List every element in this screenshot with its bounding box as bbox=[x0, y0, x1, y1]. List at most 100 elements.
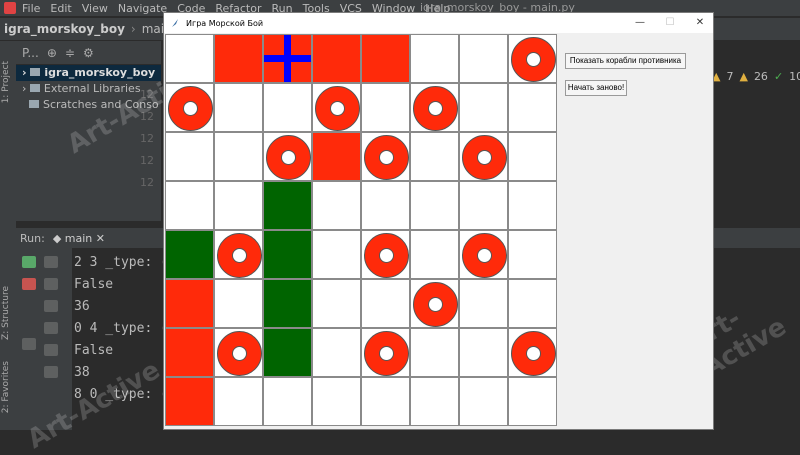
board-cell-empty[interactable] bbox=[214, 279, 263, 328]
board-cell-empty[interactable] bbox=[508, 377, 557, 426]
structure-tool-tab[interactable]: Z: Structure bbox=[1, 286, 11, 340]
close-button[interactable]: ✕ bbox=[685, 13, 715, 33]
run-tab-main[interactable]: ◆ main ✕ bbox=[53, 232, 105, 245]
board-cell-empty[interactable] bbox=[165, 181, 214, 230]
board-cell-empty[interactable] bbox=[508, 181, 557, 230]
board-cell-empty[interactable] bbox=[459, 377, 508, 426]
menu-navigate[interactable]: Navigate bbox=[118, 2, 167, 15]
board-cell-empty[interactable] bbox=[508, 83, 557, 132]
board-cell-miss[interactable] bbox=[312, 83, 361, 132]
board-cell-miss[interactable] bbox=[361, 132, 410, 181]
board-cell-miss[interactable] bbox=[508, 328, 557, 377]
board-cell-empty[interactable] bbox=[410, 377, 459, 426]
wrap-icon[interactable] bbox=[44, 300, 58, 312]
favorites-tool-tab[interactable]: 2: Favorites bbox=[1, 361, 11, 413]
locate-icon[interactable]: ⊕ bbox=[47, 46, 57, 60]
board-cell-empty[interactable] bbox=[508, 230, 557, 279]
maximize-button[interactable]: ☐ bbox=[655, 13, 685, 33]
board-cell-empty[interactable] bbox=[459, 83, 508, 132]
board-cell-empty[interactable] bbox=[361, 279, 410, 328]
board-cell-empty[interactable] bbox=[214, 132, 263, 181]
library-icon bbox=[29, 84, 40, 92]
board-cell-empty[interactable] bbox=[508, 132, 557, 181]
show-enemy-ships-button[interactable]: Показать корабли противника bbox=[565, 53, 686, 69]
minimize-button[interactable]: — bbox=[625, 13, 655, 33]
inspection-widget[interactable]: ▲ 7 ▲ 26 ✓ 10 bbox=[712, 66, 800, 86]
board-cell-empty[interactable] bbox=[459, 34, 508, 83]
board-cell-empty[interactable] bbox=[410, 230, 459, 279]
restart-button[interactable]: Начать заново! bbox=[565, 80, 627, 96]
board-cell-empty[interactable] bbox=[459, 181, 508, 230]
down-arrow-icon[interactable] bbox=[44, 278, 58, 290]
project-tool-tab[interactable]: 1: Project bbox=[1, 61, 11, 103]
board-cell-ship[interactable] bbox=[263, 328, 312, 377]
stop-icon[interactable] bbox=[22, 278, 36, 290]
board-cell-empty[interactable] bbox=[410, 328, 459, 377]
board-cell-empty[interactable] bbox=[410, 181, 459, 230]
breadcrumb-project[interactable]: igra_morskoy_boy bbox=[4, 22, 125, 36]
board-cell-ship[interactable] bbox=[263, 181, 312, 230]
board-cell-miss[interactable] bbox=[459, 132, 508, 181]
menu-view[interactable]: View bbox=[82, 2, 108, 15]
board-cell-miss[interactable] bbox=[165, 83, 214, 132]
collapse-icon[interactable]: ≑ bbox=[65, 46, 75, 60]
miss-marker-icon bbox=[168, 86, 213, 131]
board-cell-empty[interactable] bbox=[410, 34, 459, 83]
board-cell-empty[interactable] bbox=[459, 328, 508, 377]
board-cell-ship[interactable] bbox=[165, 230, 214, 279]
board-cell-empty[interactable] bbox=[459, 279, 508, 328]
board-cell-miss[interactable] bbox=[214, 230, 263, 279]
board-cell-empty[interactable] bbox=[165, 34, 214, 83]
board-cell-empty[interactable] bbox=[263, 83, 312, 132]
board-cell-empty[interactable] bbox=[214, 377, 263, 426]
board-cell-empty[interactable] bbox=[361, 83, 410, 132]
trash-icon[interactable] bbox=[44, 366, 58, 378]
up-arrow-icon[interactable] bbox=[44, 256, 58, 268]
board-cell-miss[interactable] bbox=[459, 230, 508, 279]
board-cell-miss[interactable] bbox=[508, 34, 557, 83]
board-cell-hit[interactable] bbox=[361, 34, 410, 83]
board-cell-hit[interactable] bbox=[165, 279, 214, 328]
game-window-titlebar[interactable]: Игра Морской Бой — ☐ ✕ bbox=[164, 13, 713, 33]
board-cell-hit[interactable] bbox=[214, 34, 263, 83]
board-cell-ship[interactable] bbox=[263, 279, 312, 328]
print-icon[interactable] bbox=[44, 344, 58, 356]
menu-file[interactable]: File bbox=[22, 2, 40, 15]
board-cell-miss[interactable] bbox=[410, 279, 459, 328]
board-cell-empty[interactable] bbox=[361, 181, 410, 230]
miss-marker-icon bbox=[217, 331, 262, 376]
board-cell-empty[interactable] bbox=[361, 377, 410, 426]
game-board[interactable] bbox=[165, 34, 557, 426]
tree-item-label: External Libraries bbox=[43, 82, 141, 95]
board-cell-empty[interactable] bbox=[312, 181, 361, 230]
board-cell-empty[interactable] bbox=[410, 132, 459, 181]
board-cell-empty[interactable] bbox=[263, 377, 312, 426]
gear-icon[interactable]: ⚙ bbox=[83, 46, 94, 60]
board-cell-miss[interactable] bbox=[263, 132, 312, 181]
board-cell-hit[interactable] bbox=[165, 328, 214, 377]
board-cell-hit[interactable] bbox=[165, 377, 214, 426]
board-cell-empty[interactable] bbox=[312, 377, 361, 426]
board-cell-empty[interactable] bbox=[214, 181, 263, 230]
board-cell-hit[interactable] bbox=[312, 34, 361, 83]
board-cell-empty[interactable] bbox=[312, 230, 361, 279]
board-cell-miss[interactable] bbox=[410, 83, 459, 132]
board-cell-empty[interactable] bbox=[312, 328, 361, 377]
miss-marker-center bbox=[183, 101, 198, 116]
board-cell-empty[interactable] bbox=[508, 279, 557, 328]
board-cell-miss[interactable] bbox=[361, 328, 410, 377]
miss-marker-center bbox=[330, 101, 345, 116]
board-cell-empty[interactable] bbox=[214, 83, 263, 132]
pin-icon[interactable] bbox=[22, 338, 36, 350]
rerun-icon[interactable] bbox=[22, 256, 36, 268]
board-cell-empty[interactable] bbox=[312, 279, 361, 328]
board-cell-empty[interactable] bbox=[165, 132, 214, 181]
board-cell-hit[interactable] bbox=[312, 132, 361, 181]
board-cell-miss[interactable] bbox=[214, 328, 263, 377]
board-cell-miss[interactable] bbox=[361, 230, 410, 279]
board-cell-ship[interactable] bbox=[263, 230, 312, 279]
project-view-selector[interactable]: P... bbox=[22, 46, 39, 60]
scroll-to-end-icon[interactable] bbox=[44, 322, 58, 334]
menu-edit[interactable]: Edit bbox=[50, 2, 71, 15]
board-cell-hit_cross[interactable] bbox=[263, 34, 312, 83]
